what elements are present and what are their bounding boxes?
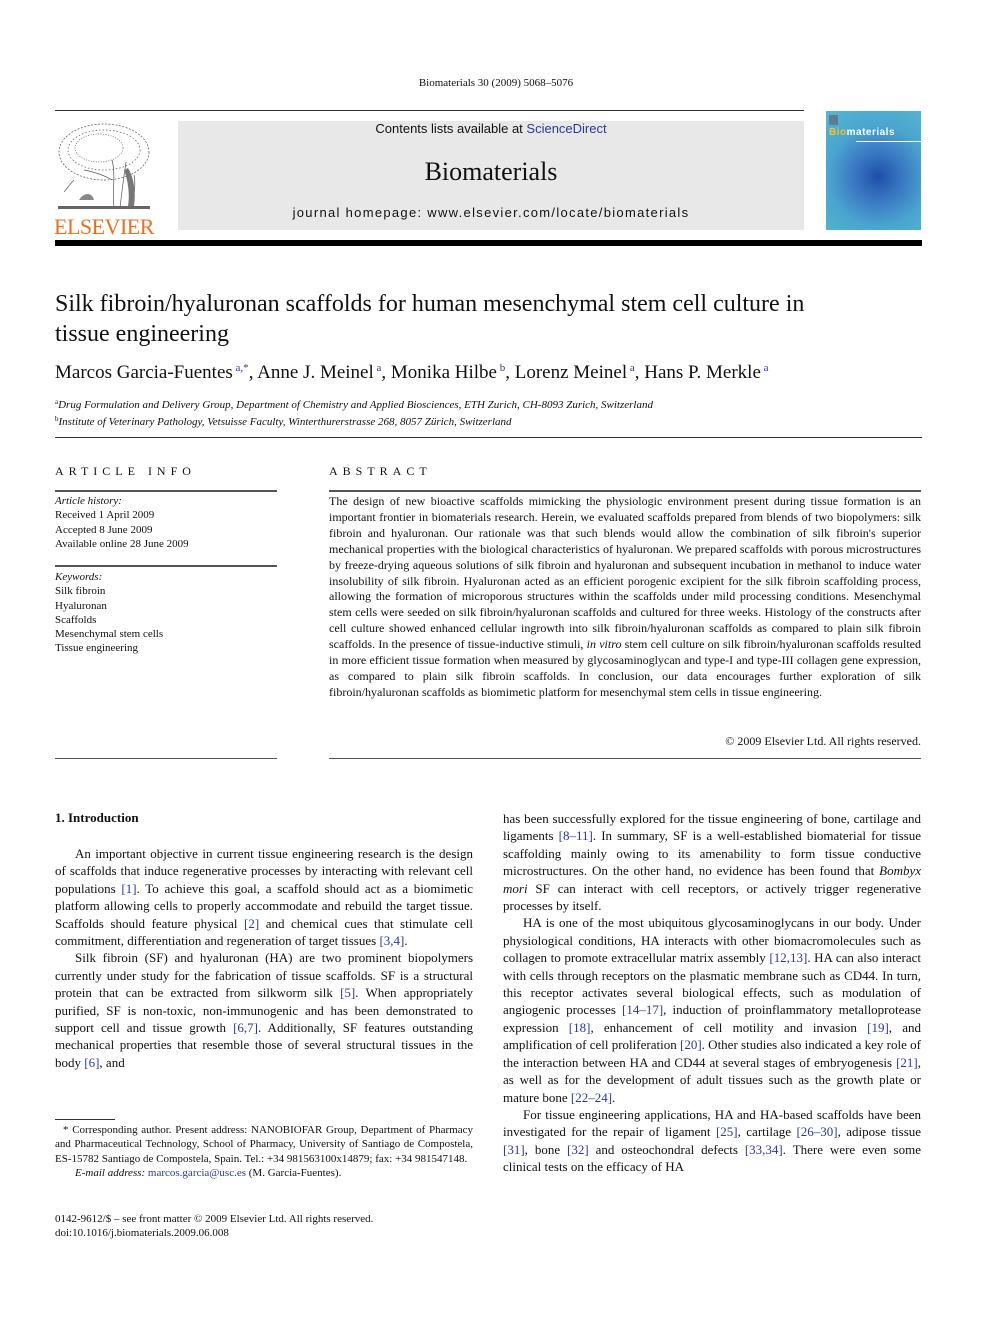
article-history: Article history: Received 1 April 2009 A…: [55, 494, 275, 551]
citation-link[interactable]: [33,34]: [745, 1142, 783, 1157]
history-label: Article history:: [55, 495, 122, 507]
body-paragraph: HA is one of the most ubiquitous glycosa…: [503, 915, 922, 1105]
citation-link[interactable]: [18]: [569, 1020, 591, 1035]
body-paragraph: has been successfully explored for the t…: [503, 811, 921, 914]
header-rule: [55, 110, 804, 111]
header-thick-rule: [55, 240, 922, 246]
author-name[interactable]: Monika Hilbe: [391, 362, 497, 383]
cover-rule: [856, 141, 921, 142]
abstract-italic: in vitro: [586, 637, 622, 652]
author-affiliation-mark[interactable]: a,*: [233, 362, 249, 374]
footnote: * Corresponding author. Present address:…: [55, 1123, 473, 1180]
citation-link[interactable]: [6,7]: [233, 1020, 258, 1035]
body-paragraph: An important objective in current tissue…: [55, 846, 473, 949]
email-line: E-mail address: marcos.garcia@usc.es (M.…: [55, 1166, 473, 1180]
article-info-rule: [55, 490, 277, 492]
author-name[interactable]: Lorenz Meinel: [515, 362, 627, 383]
elsevier-logo[interactable]: ELSEVIER: [54, 120, 156, 238]
keywords-label: Keywords:: [55, 571, 103, 583]
citation-link[interactable]: [8–11]: [559, 828, 593, 843]
homepage-link[interactable]: www.elsevier.com/locate/biomaterials: [427, 205, 689, 220]
email-suffix: (M. Garcia-Fuentes).: [246, 1166, 342, 1179]
cover-title-rest: materials: [846, 127, 896, 138]
email-link[interactable]: marcos.garcia@usc.es: [148, 1167, 246, 1179]
keyword: Silk fibroin: [55, 585, 106, 598]
citation-link[interactable]: [31]: [503, 1142, 525, 1157]
body-paragraph: Silk fibroin (SF) and hyaluronan (HA) ar…: [55, 950, 473, 1070]
citation-link[interactable]: [14–17]: [622, 1002, 663, 1017]
citation-link[interactable]: [2]: [244, 916, 259, 931]
citation-link[interactable]: [1]: [121, 881, 136, 896]
citation-link[interactable]: [6]: [84, 1055, 99, 1070]
body-column-left: An important objective in current tissue…: [55, 845, 473, 1071]
journal-cover-image[interactable]: Biomaterials: [826, 111, 921, 230]
body-column-right: has been successfully explored for the t…: [503, 810, 921, 1176]
keyword: Mesenchymal stem cells: [55, 628, 164, 641]
doi-line[interactable]: doi:10.1016/j.biomaterials.2009.06.008: [55, 1226, 473, 1240]
citation-link[interactable]: [22–24]: [571, 1090, 612, 1105]
cover-publisher-icon: [829, 115, 838, 125]
citation-link[interactable]: [26–30]: [796, 1124, 837, 1139]
contents-line: Contents lists available at ScienceDirec…: [178, 121, 804, 137]
front-matter: 0142-9612/$ – see front matter © 2009 El…: [55, 1212, 473, 1241]
introduction-heading: 1. Introduction: [55, 810, 139, 825]
abstract-rule: [329, 490, 921, 492]
keywords: Keywords: Silk fibroin Hyaluronan Scaffo…: [55, 570, 275, 656]
abstract-bottom-rule: [329, 758, 921, 759]
affiliation: aDrug Formulation and Delivery Group, De…: [55, 398, 653, 411]
footnote-rule: [55, 1119, 115, 1120]
history-item: Available online 28 June 2009: [55, 537, 189, 550]
citation-link[interactable]: [25]: [716, 1124, 738, 1139]
citation-link[interactable]: [32]: [567, 1142, 589, 1157]
abstract-copyright: © 2009 Elsevier Ltd. All rights reserved…: [725, 734, 921, 748]
affiliation-mark: b: [55, 415, 59, 423]
author-affiliation-mark[interactable]: b: [497, 362, 506, 374]
cover-title: Biomaterials: [829, 127, 895, 138]
citation-link[interactable]: [12,13]: [769, 950, 807, 965]
article-info-heading: ARTICLE INFO: [55, 464, 196, 478]
keyword: Scaffolds: [55, 613, 97, 626]
author-name[interactable]: Marcos Garcia-Fuentes: [55, 362, 233, 383]
citation-link[interactable]: [21]: [896, 1055, 918, 1070]
journal-homepage: journal homepage: www.elsevier.com/locat…: [178, 205, 804, 220]
contents-label: Contents lists available at: [375, 121, 527, 136]
abstract-part: The design of new bioactive scaffolds mi…: [329, 494, 921, 652]
cover-title-accent: Bio: [829, 127, 847, 138]
journal-banner: Contents lists available at ScienceDirec…: [178, 121, 804, 230]
keywords-rule: [55, 565, 277, 567]
keyword: Hyaluronan: [55, 599, 107, 612]
sciencedirect-link[interactable]: ScienceDirect: [526, 121, 606, 136]
abstract-heading: ABSTRACT: [329, 464, 432, 478]
citation-link[interactable]: [20]: [680, 1037, 702, 1052]
journal-reference: Biomaterials 30 (2009) 5068–5076: [418, 77, 574, 89]
author-affiliation-mark[interactable]: a: [627, 362, 635, 374]
affiliation: bInstitute of Veterinary Pathology, Vets…: [55, 415, 512, 428]
corresponding-author-note: * Corresponding author. Present address:…: [55, 1124, 473, 1165]
author-name[interactable]: Hans P. Merkle: [644, 362, 761, 383]
author-affiliation-mark[interactable]: a: [374, 362, 382, 374]
citation-link[interactable]: [3,4]: [379, 933, 404, 948]
author-name[interactable]: Anne J. Meinel: [257, 362, 374, 383]
citation-link[interactable]: [5]: [340, 985, 355, 1000]
body-paragraph: For tissue engineering applications, HA …: [503, 1106, 922, 1175]
elsevier-wordmark: ELSEVIER: [54, 214, 154, 239]
citation-link[interactable]: [19]: [867, 1020, 889, 1035]
article-info-bottom-rule: [55, 758, 277, 759]
keyword: Tissue engineering: [55, 642, 139, 655]
affiliations: aDrug Formulation and Delivery Group, De…: [55, 395, 915, 429]
issn-line: 0142-9612/$ – see front matter © 2009 El…: [55, 1213, 374, 1225]
homepage-label: journal homepage:: [292, 205, 428, 220]
journal-title: Biomaterials: [424, 157, 558, 186]
history-item: Received 1 April 2009: [55, 509, 155, 522]
elsevier-tree-icon: [58, 123, 150, 209]
article-title: Silk fibroin/hyaluronan scaffolds for hu…: [55, 291, 805, 347]
italic-term: Bombyx mori: [503, 863, 921, 896]
history-item: Accepted 8 June 2009: [55, 523, 153, 536]
author-affiliation-mark[interactable]: a: [761, 362, 769, 374]
section-rule: [55, 437, 922, 438]
abstract-text: The design of new bioactive scaffolds mi…: [329, 494, 921, 701]
author-list: Marcos Garcia-Fuentes a,*, Anne J. Meine…: [55, 362, 769, 383]
affiliation-mark: a: [55, 398, 59, 406]
email-label: E-mail address:: [75, 1166, 148, 1179]
